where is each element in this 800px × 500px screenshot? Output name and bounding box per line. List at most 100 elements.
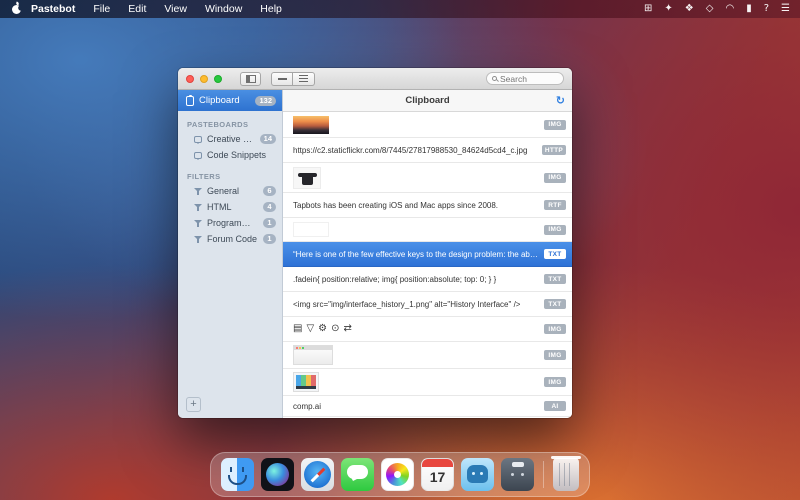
list-view-button[interactable] (293, 72, 315, 86)
clipboard-row-text: .fadein{ position:relative; img{ positio… (293, 275, 496, 284)
clipboard-row[interactable]: <img src="img/interface_history_1.png" a… (283, 292, 572, 317)
app-screenshot-thumbnail (293, 372, 319, 392)
sidebar-item-clipboard[interactable]: Clipboard 132 (178, 90, 282, 111)
single-line-icon (278, 78, 287, 80)
sidebar: Clipboard 132 PASTEBOARDS Creative Quotes… (178, 90, 283, 418)
type-badge: IMG (544, 225, 566, 235)
type-badge: HTTP (542, 145, 566, 155)
sidebar-item-label: Creative Quotes (207, 134, 255, 144)
sidebar-section-title: FILTERS (178, 172, 282, 181)
sidebar-item-html[interactable]: HTML4 (178, 199, 282, 215)
clipboard-row-text: <img src="img/interface_history_1.png" a… (293, 300, 520, 309)
sidebar-item-general[interactable]: General6 (178, 183, 282, 199)
toolbar-icons-thumbnail: ▤▽⚙⊙⇄ (293, 324, 352, 334)
content-title: Clipboard (405, 95, 449, 106)
sidebar-item-label: Forum Code (207, 234, 257, 244)
clipboard-row[interactable]: ▤▽⚙⊙⇄IMG (283, 317, 572, 342)
search-input[interactable] (500, 74, 558, 84)
sidebar-item-programming[interactable]: Programming 1 (178, 215, 282, 231)
icon-glyph: ⇄ (344, 324, 352, 334)
icon-glyph: ▤ (293, 324, 302, 334)
menu-window[interactable]: Window (196, 3, 251, 15)
spectacle-icon[interactable]: ✦ (664, 0, 672, 18)
sync-icon[interactable]: ↻ (556, 90, 565, 111)
menu-edit[interactable]: Edit (119, 3, 155, 15)
close-button[interactable] (186, 75, 194, 83)
dock-safari-icon[interactable] (301, 458, 334, 491)
dock-siri-icon[interactable] (261, 458, 294, 491)
list-lines-icon (299, 75, 308, 82)
menu-view[interactable]: View (155, 3, 196, 15)
clipboard-icon (186, 96, 194, 106)
bluetooth-icon[interactable]: ◇ (706, 0, 714, 18)
dock-pastebot-icon[interactable] (501, 458, 534, 491)
window-body: Clipboard 132 PASTEBOARDS Creative Quotes… (178, 90, 572, 418)
clipboard-row[interactable]: IMG (283, 342, 572, 369)
status-icon-tray: ⊞ ✦ ❖ ◇ ◠ ▮? ☰ (644, 0, 790, 18)
menu-list: FileEditViewWindowHelp (84, 3, 291, 15)
dock-trash-icon[interactable] (553, 458, 579, 491)
app-menu-pastebot[interactable]: Pastebot (27, 3, 84, 15)
title-bar[interactable] (178, 68, 572, 90)
clipboard-row[interactable]: Tapbots has been creating iOS and Mac ap… (283, 193, 572, 218)
dock-photos-icon[interactable] (381, 458, 414, 491)
clipboard-count-badge: 132 (255, 96, 276, 106)
sidebar-section-title: PASTEBOARDS (178, 120, 282, 129)
apple-menu[interactable] (10, 5, 27, 14)
minimize-button[interactable] (200, 75, 208, 83)
funnel-icon (194, 187, 202, 196)
sidebar-item-forum-code[interactable]: Forum Code1 (178, 231, 282, 247)
clipboard-row[interactable]: https://c2.staticflickr.com/8/7445/27817… (283, 138, 572, 163)
type-badge: IMG (544, 120, 566, 130)
type-badge: AI (544, 401, 566, 411)
zoom-button[interactable] (214, 75, 222, 83)
sidebar-item-creative-quotes[interactable]: Creative Quotes 14 (178, 131, 282, 147)
sidebar-item-label: General (207, 186, 239, 196)
sidebar-item-code-snippets[interactable]: Code Snippets (178, 147, 282, 163)
dropbox-icon[interactable]: ❖ (685, 0, 694, 18)
sidebar-item-label: Programming (207, 218, 258, 228)
sunset-thumbnail (293, 116, 329, 134)
content-header: Clipboard ↻ (283, 90, 572, 112)
icon-glyph: ⊙ (331, 324, 339, 334)
parallels-icon[interactable]: ⊞ (644, 0, 652, 18)
clipboard-row[interactable]: IMG (283, 112, 572, 138)
search-field[interactable] (486, 72, 564, 85)
count-badge: 4 (263, 202, 276, 212)
clipboard-row[interactable]: comp.aiAI (283, 396, 572, 417)
blank-thumbnail (293, 222, 329, 237)
clipboard-row[interactable]: IMG (283, 163, 572, 193)
type-badge: IMG (544, 173, 566, 183)
menu-file[interactable]: File (84, 3, 119, 15)
clipboard-row[interactable]: .fadein{ position:relative; img{ positio… (283, 267, 572, 292)
menu-help[interactable]: Help (251, 3, 291, 15)
clipboard-row-text: Tapbots has been creating iOS and Mac ap… (293, 201, 498, 210)
help-icon[interactable]: ? (764, 0, 769, 18)
single-view-button[interactable] (271, 72, 293, 86)
menu-extra-icon[interactable]: ☰ (781, 0, 790, 18)
funnel-icon (194, 203, 202, 212)
clipboard-row-text: https://c2.staticflickr.com/8/7445/27817… (293, 146, 527, 155)
apple-icon (12, 5, 21, 14)
wifi-icon[interactable]: ◠ (725, 0, 734, 18)
type-badge: TXT (544, 274, 566, 284)
icon-glyph: ▽ (306, 324, 314, 334)
type-badge: IMG (544, 377, 566, 387)
sidebar-icon (246, 75, 256, 83)
add-pasteboard-button[interactable]: + (186, 397, 201, 412)
count-badge: 1 (263, 218, 276, 228)
sidebar-toggle-button[interactable] (240, 72, 261, 86)
clipboard-row[interactable]: “Here is one of the few effective keys t… (283, 242, 572, 267)
dock-messages-icon[interactable] (341, 458, 374, 491)
clipboard-row[interactable]: IMG (283, 218, 572, 242)
dock-calendar-icon[interactable]: 17 (421, 458, 454, 491)
dock-finder-icon[interactable] (221, 458, 254, 491)
desktop-wallpaper: Pastebot FileEditViewWindowHelp ⊞ ✦ ❖ ◇ ◠ ▮? ☰ (0, 0, 800, 500)
battery-icon[interactable]: ▮ (746, 0, 752, 18)
dock: 17 (210, 452, 590, 497)
type-badge: TXT (544, 249, 566, 259)
pastebot-window: Clipboard 132 PASTEBOARDS Creative Quotes… (178, 68, 572, 418)
clipboard-row[interactable]: IMG (283, 369, 572, 396)
dock-tweetbot-icon[interactable] (461, 458, 494, 491)
count-badge: 14 (260, 134, 276, 144)
